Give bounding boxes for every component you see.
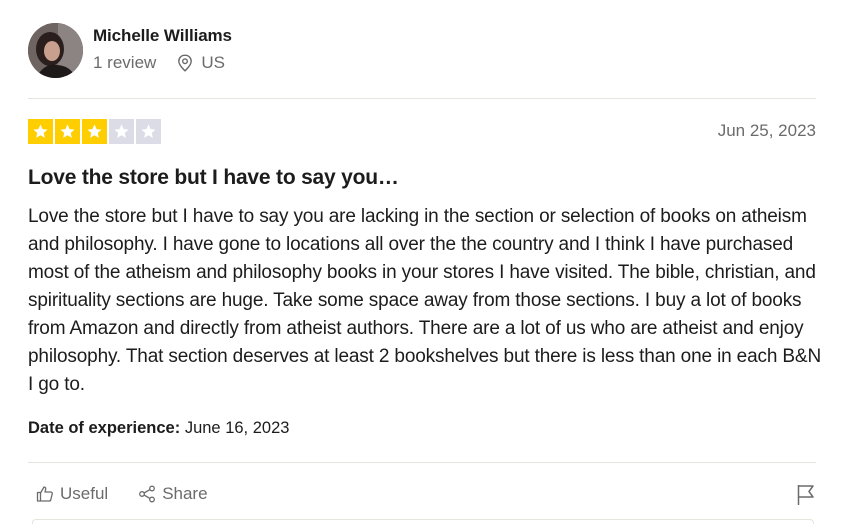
avatar[interactable]	[28, 23, 83, 78]
share-button[interactable]: Share	[138, 484, 208, 504]
star-empty-icon	[136, 119, 161, 144]
reviewer-country: US	[201, 53, 225, 72]
flag-icon	[797, 485, 814, 505]
share-icon	[139, 485, 156, 503]
share-label: Share	[162, 484, 208, 503]
review-actions: Useful Share	[36, 484, 208, 504]
useful-button[interactable]: Useful	[36, 484, 108, 504]
star-icon	[55, 119, 80, 144]
star-empty-icon	[109, 119, 134, 144]
next-card-edge	[32, 519, 814, 524]
divider	[28, 98, 816, 99]
review-title[interactable]: Love the store but I have to say you…	[28, 166, 399, 190]
review-body: Love the store but I have to say you are…	[28, 206, 822, 395]
review-card: Michelle Williams 1 review US Jun 25, 20…	[28, 0, 821, 524]
useful-label: Useful	[60, 484, 109, 503]
thumbs-up-icon	[36, 486, 53, 502]
experience-date: June 16, 2023	[184, 419, 290, 437]
star-icon	[82, 119, 107, 144]
star-rating	[28, 119, 161, 144]
review-count: 1 review	[93, 53, 157, 72]
date-of-experience: Date of experience: June 16, 2023	[28, 419, 289, 438]
divider	[28, 462, 816, 463]
reviewer-name[interactable]: Michelle Williams	[93, 26, 232, 46]
review-date: Jun 25, 2023	[717, 121, 816, 140]
reviewer-meta: 1 review US	[93, 53, 225, 73]
location-pin-icon	[177, 54, 193, 72]
report-flag-button[interactable]	[796, 484, 816, 506]
star-icon	[28, 119, 53, 144]
experience-label: Date of experience:	[28, 419, 181, 437]
